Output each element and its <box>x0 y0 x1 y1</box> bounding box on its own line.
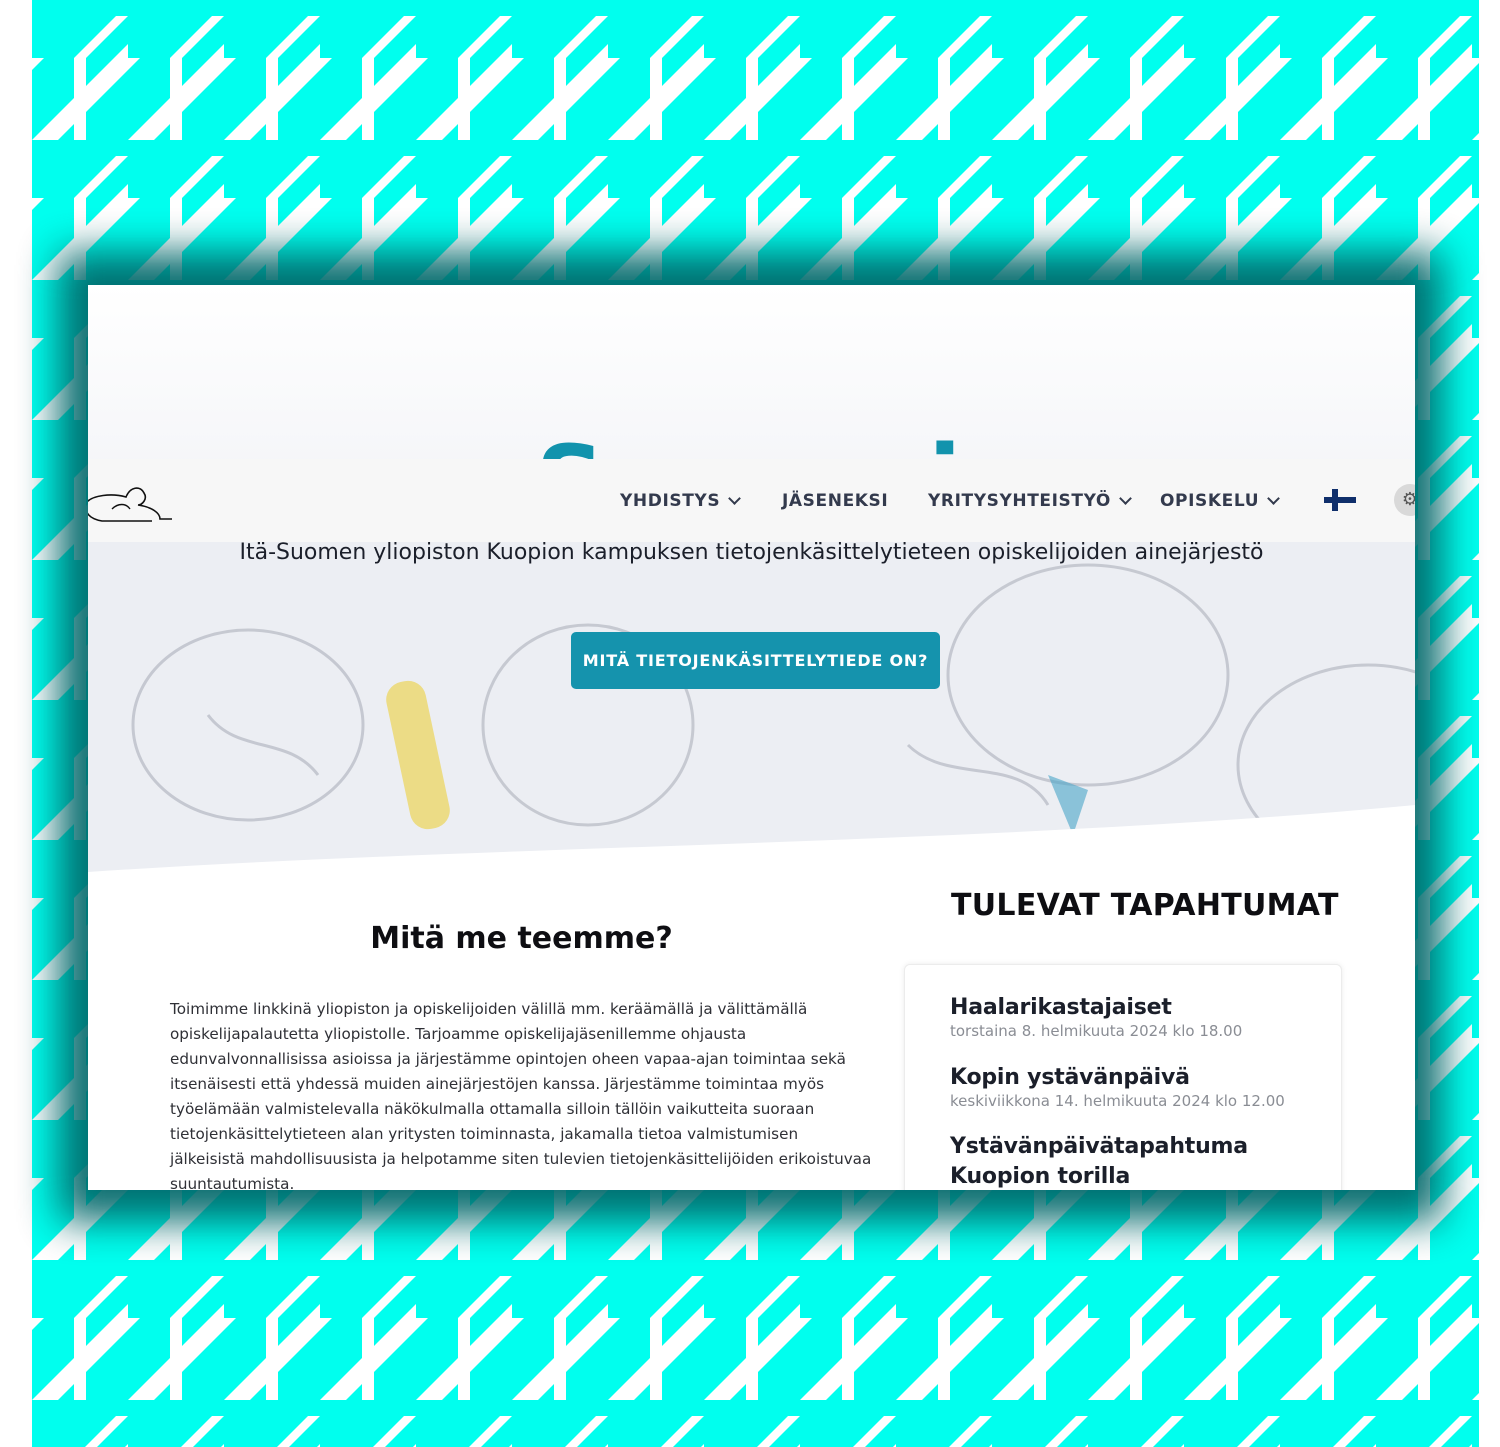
chevron-down-icon <box>1267 491 1280 505</box>
event-title[interactable]: Haalarikastajaiset <box>950 993 1310 1023</box>
about-heading: Mitä me teemme? <box>370 921 673 956</box>
serveri-logo <box>88 487 172 522</box>
hero-section: Serveri YHDISTYS JÄSENEKSI YRITYSYHTEIST… <box>88 285 1415 885</box>
nav-item-yhdistys[interactable]: YHDISTYS <box>620 459 742 542</box>
event-title[interactable]: Ystävänpäivätapahtuma Kuopion torilla <box>950 1132 1310 1190</box>
browser-viewport: Serveri YHDISTYS JÄSENEKSI YRITYSYHTEIST… <box>88 285 1415 1190</box>
what-is-cs-button[interactable]: MITÄ TIETOJENKÄSITTELYTIEDE ON? <box>571 632 940 689</box>
finland-flag-icon[interactable] <box>1324 489 1356 511</box>
event-date: keskiviikkona 14. helmikuuta 2024 klo 12… <box>950 1092 1285 1110</box>
event-title[interactable]: Kopin ystävänpäivä <box>950 1063 1310 1093</box>
gear-icon[interactable]: ⚙ <box>1394 484 1415 516</box>
event-item[interactable]: Kopin ystävänpäivä keskiviikkona 14. hel… <box>950 1063 1310 1111</box>
about-paragraph: Toimimme linkkinä yliopiston ja opiskeli… <box>170 1000 872 1190</box>
chevron-down-icon <box>1119 491 1132 505</box>
hero-background-image <box>88 285 1415 885</box>
nav-item-yritysyhteistyo[interactable]: YRITYSYHTEISTYÖ <box>928 459 1132 542</box>
site-tagline: Itä-Suomen yliopiston Kuopion kampuksen … <box>239 540 1264 565</box>
events-heading: TULEVAT TAPAHTUMAT <box>951 888 1339 923</box>
nav-item-jaseneksi[interactable]: JÄSENEKSI <box>782 459 888 542</box>
event-date: torstaina 8. helmikuuta 2024 klo 18.00 <box>950 1022 1243 1040</box>
event-item[interactable]: Haalarikastajaiset torstaina 8. helmikuu… <box>950 993 1310 1041</box>
chevron-down-icon <box>728 491 742 505</box>
event-item[interactable]: Ystävänpäivätapahtuma Kuopion torilla <box>950 1132 1310 1190</box>
main-navigation: YHDISTYS JÄSENEKSI YRITYSYHTEISTYÖ OPISK… <box>88 459 1415 542</box>
nav-item-opiskelu[interactable]: OPISKELU <box>1160 459 1280 542</box>
